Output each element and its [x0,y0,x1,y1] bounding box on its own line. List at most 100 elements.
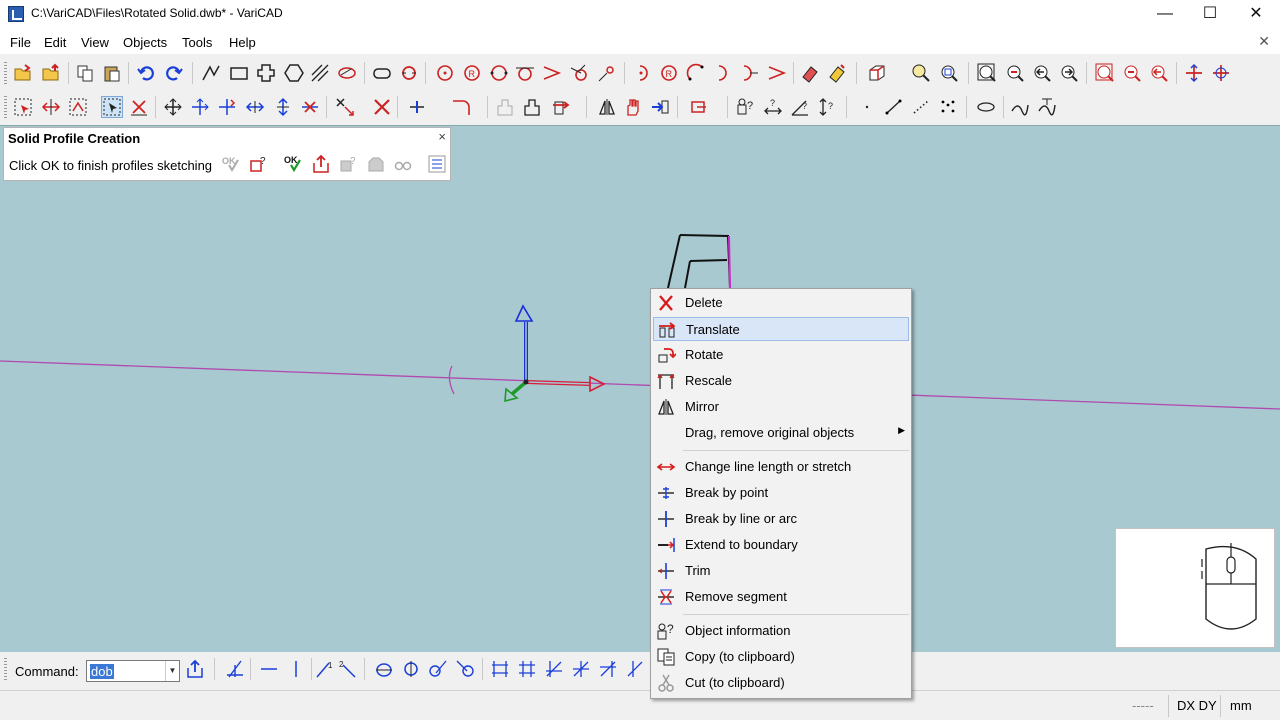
grid-snap-icon[interactable] [489,658,511,680]
menu-item-rotate[interactable]: Rotate [653,343,909,367]
arc-end-icon[interactable] [739,62,761,84]
menu-item-drag-remove[interactable]: Drag, remove original objects ▶ [653,421,909,445]
arc-radius-icon[interactable]: R [658,62,680,84]
line-12-icon[interactable]: 1 [314,658,336,680]
command-input[interactable]: dob ▼ [86,660,180,682]
document-close-button[interactable]: ✕ [1258,33,1270,50]
ellipse-icon[interactable] [975,96,997,118]
mirror-icon[interactable] [596,96,618,118]
circle-3point-icon[interactable] [488,62,510,84]
transform-icon[interactable] [334,96,356,118]
menu-tools[interactable]: Tools [182,35,212,50]
profile-line[interactable] [0,360,1280,410]
save-file-icon[interactable] [40,62,62,84]
arc-icon[interactable] [632,62,654,84]
menu-item-delete[interactable]: Delete [653,291,909,315]
move-cross-blue-icon[interactable] [189,96,211,118]
move-vertical-icon[interactable] [272,96,294,118]
circle-tangent2-icon[interactable] [568,62,590,84]
export-icon[interactable] [310,153,332,175]
undo-icon[interactable] [135,62,157,84]
circle-refresh-icon[interactable] [398,62,420,84]
toolbar-grip[interactable] [4,96,7,118]
circle-small-icon[interactable] [596,62,618,84]
circle-snap2-icon[interactable] [400,658,422,680]
insert-block-icon[interactable] [550,96,572,118]
menu-objects[interactable]: Objects [123,35,167,50]
block-disabled-icon[interactable] [494,96,516,118]
spline-icon[interactable] [1009,96,1031,118]
zoom-all-icon[interactable] [976,62,998,84]
circle-angle-icon[interactable] [541,62,563,84]
circle-radius-icon[interactable]: R [461,62,483,84]
ok-disabled-icon[interactable]: OK [220,153,242,175]
close-button[interactable]: ✕ [1233,0,1279,30]
grid-snap2-icon[interactable] [516,658,538,680]
arc-angle-icon[interactable] [766,62,788,84]
hand-icon[interactable] [622,96,644,118]
query-object-icon[interactable]: ? [735,96,757,118]
eraser-yellow-icon[interactable] [826,62,848,84]
rotate-view-icon[interactable] [1210,62,1232,84]
move-delete-icon[interactable] [299,96,321,118]
delete-x-icon[interactable] [371,96,393,118]
polygon-icon[interactable] [283,62,305,84]
menu-item-trim[interactable]: Trim [653,559,909,583]
arrow-box-icon[interactable] [649,96,671,118]
ok-confirm-button[interactable]: OK [282,153,304,175]
menu-item-copy-clipboard[interactable]: Copy (to clipboard) [653,645,909,669]
question-disabled-icon[interactable]: ? [337,153,359,175]
zoom-out-icon[interactable] [1004,62,1026,84]
export-icon[interactable] [184,658,206,680]
menu-view[interactable]: View [81,35,109,50]
hatch-edit-icon[interactable] [336,62,358,84]
redo-icon[interactable] [163,62,185,84]
line-points-icon[interactable] [883,96,905,118]
break-icon[interactable] [406,96,428,118]
zoom-window-icon[interactable] [938,62,960,84]
circle-tangent-icon[interactable] [514,62,536,84]
menu-help[interactable]: Help [229,35,256,50]
menu-item-break-by-line[interactable]: Break by line or arc [653,507,909,531]
menu-edit[interactable]: Edit [44,35,66,50]
copy-icon[interactable] [74,62,96,84]
coordinate-mode[interactable]: DX DY [1177,698,1217,713]
point-pattern-icon[interactable] [937,96,959,118]
command-input-value[interactable]: dob [90,664,114,679]
toolbar-grip[interactable] [4,658,7,680]
shape-disabled-icon[interactable] [365,153,387,175]
grid-snap3-icon[interactable] [543,658,565,680]
circle-center-icon[interactable] [434,62,456,84]
menu-item-rescale[interactable]: Rescale [653,369,909,393]
3d-box-icon[interactable] [866,62,888,84]
arc-tangent-icon[interactable] [712,62,734,84]
drawing-canvas[interactable] [0,125,1280,652]
dotted-line-icon[interactable] [910,96,932,118]
menu-item-object-information[interactable]: ? Object information [653,619,909,643]
line-angle-icon[interactable]: 2 [338,658,360,680]
zoom-area-icon[interactable] [910,62,932,84]
grid-snap5-icon[interactable] [597,658,619,680]
move-cross-icon[interactable] [162,96,184,118]
settings-panel-icon[interactable] [426,153,448,175]
horizontal-line-icon[interactable] [258,658,280,680]
select-arrows-icon[interactable] [40,96,62,118]
profile-shape-icon[interactable] [255,62,277,84]
toolbar-grip[interactable] [4,62,7,84]
rectangle-icon[interactable] [228,62,250,84]
rounded-rectangle-icon[interactable] [371,62,393,84]
block-icon[interactable] [521,96,543,118]
menu-item-extend-to-boundary[interactable]: Extend to boundary [653,533,909,557]
move-horizontal-icon[interactable] [244,96,266,118]
circle-line-21-icon[interactable] [454,658,476,680]
move-cross-red-icon[interactable] [216,96,238,118]
select-similar-icon[interactable] [67,96,89,118]
group-icon[interactable] [688,96,710,118]
units-indicator[interactable]: mm [1230,698,1252,713]
circle-line-12-icon[interactable] [427,658,449,680]
minimize-button[interactable]: — [1142,0,1188,30]
grid-snap4-icon[interactable] [570,658,592,680]
zoom-red2-icon[interactable] [1121,62,1143,84]
hatch-icon[interactable] [309,62,331,84]
menu-item-remove-segment[interactable]: Remove segment [653,585,909,609]
